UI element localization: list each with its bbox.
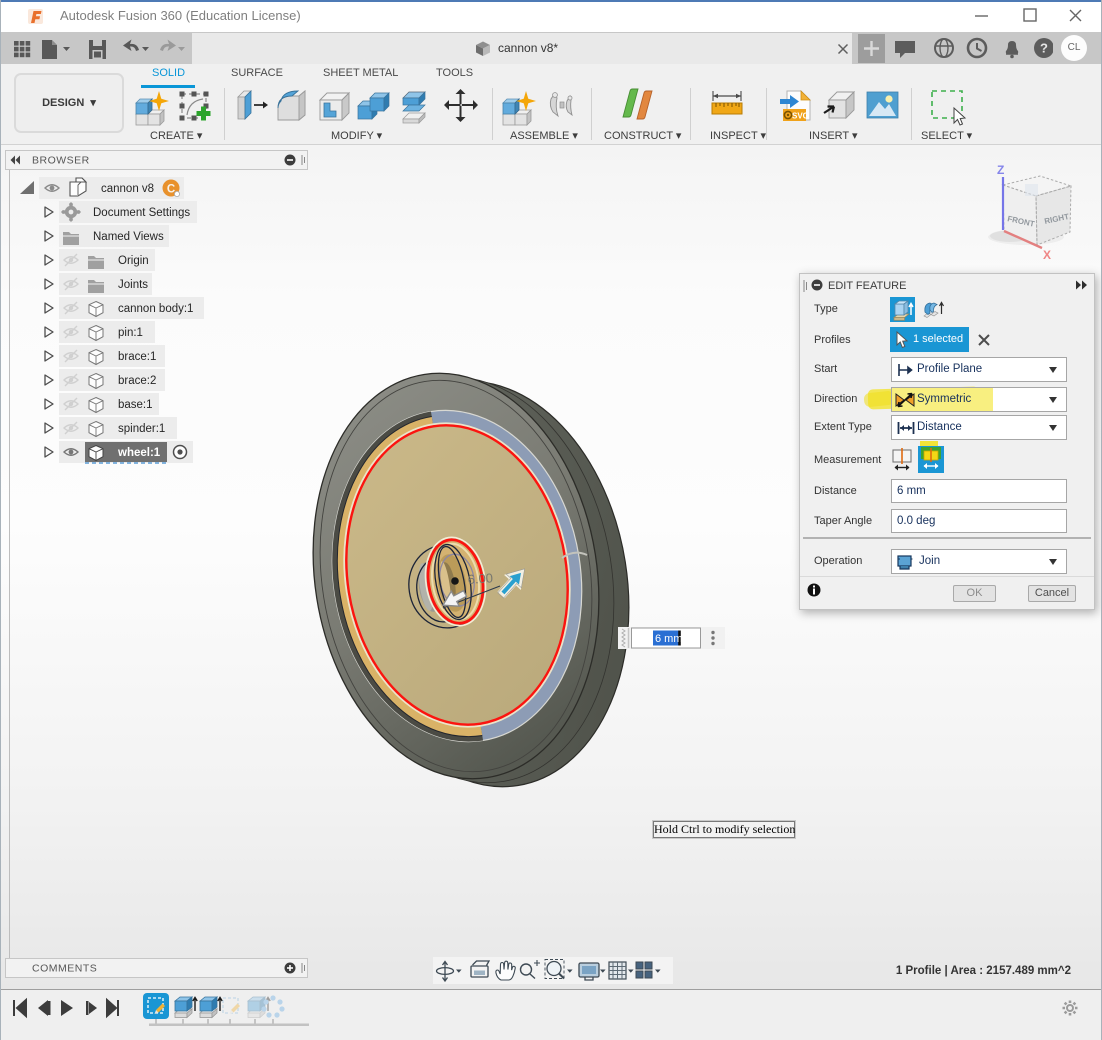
svg-text:wheel:1: wheel:1 (117, 447, 161, 459)
svg-text:cannon body:1: cannon body:1 (118, 303, 193, 315)
svg-text:brace:2: brace:2 (118, 375, 156, 387)
svg-text:SVG: SVG (792, 112, 809, 121)
svg-text:BROWSER: BROWSER (32, 155, 90, 167)
svg-text:?: ? (1040, 41, 1048, 56)
svg-text:6.00: 6.00 (467, 570, 493, 587)
svg-text:Named Views: Named Views (93, 231, 164, 243)
svg-text:EDIT FEATURE: EDIT FEATURE (828, 280, 906, 292)
svg-text:C: C (167, 184, 175, 196)
svg-text:X: X (1043, 248, 1051, 262)
svg-text:spinder:1: spinder:1 (118, 423, 165, 435)
svg-text:pin:1: pin:1 (118, 327, 143, 339)
svg-text:6 mm: 6 mm (655, 633, 683, 645)
svg-text:Z: Z (997, 163, 1004, 177)
svg-text:cannon v8: cannon v8 (101, 183, 154, 195)
svg-text:Joints: Joints (118, 279, 148, 291)
svg-text:base:1: base:1 (118, 399, 153, 411)
svg-text:COMMENTS: COMMENTS (32, 963, 97, 975)
svg-text:Origin: Origin (118, 255, 149, 267)
svg-text:brace:1: brace:1 (118, 351, 156, 363)
svg-text:Document Settings: Document Settings (93, 207, 190, 219)
